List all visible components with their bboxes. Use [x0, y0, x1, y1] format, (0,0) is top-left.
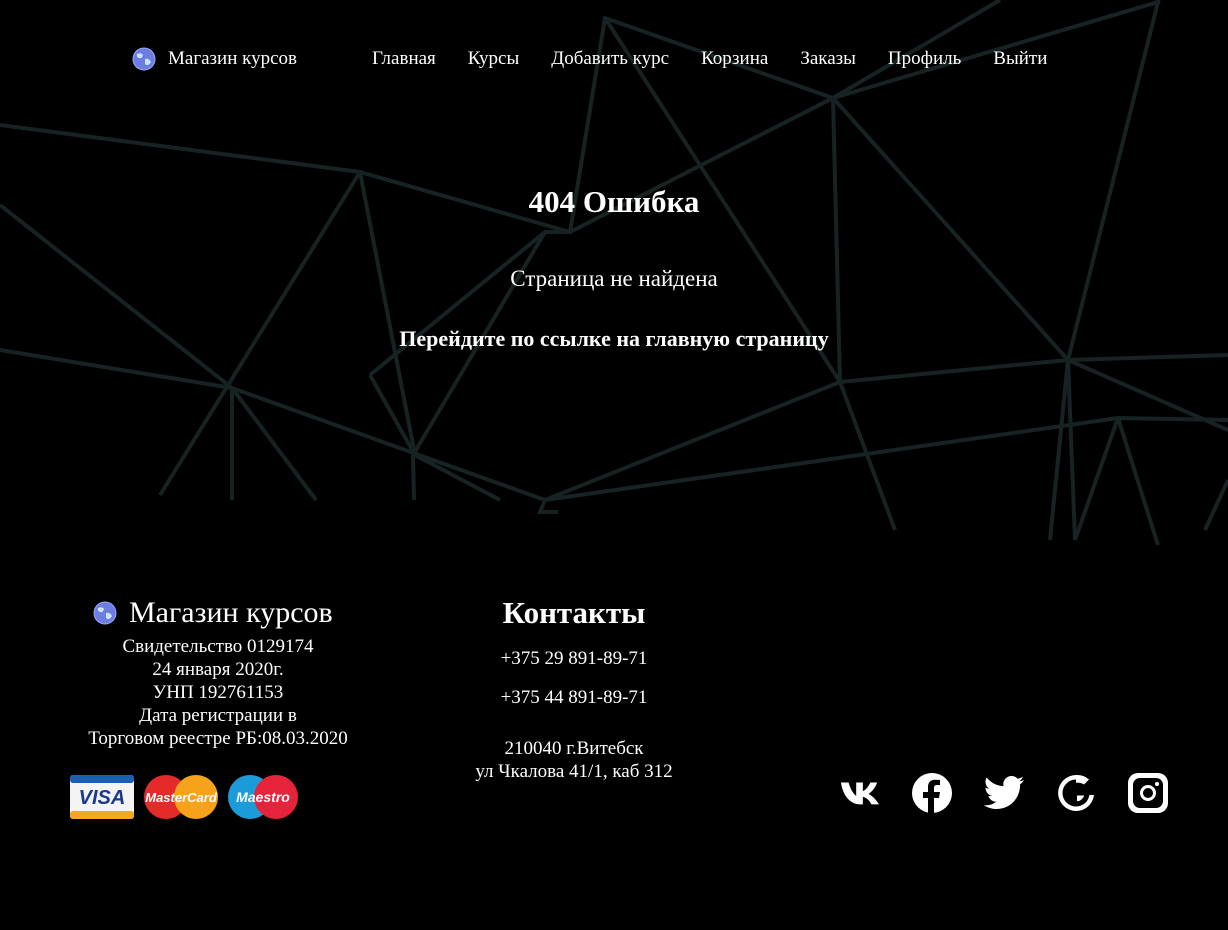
globe-icon — [132, 47, 156, 71]
mastercard-logo-text: MasterCard — [145, 790, 218, 805]
visa-logo: VISA — [70, 775, 134, 819]
maestro-logo-text: Maestro — [236, 789, 290, 805]
twitter-icon — [984, 776, 1024, 809]
payment-methods: VISA MasterCard Maestro — [70, 775, 298, 819]
footer-brand: Магазин курсов — [93, 596, 333, 630]
twitter-link[interactable] — [984, 773, 1024, 813]
visa-logo-text: VISA — [79, 787, 126, 809]
vk-link[interactable] — [840, 773, 880, 813]
error-title: 404 Ошибка — [528, 184, 700, 219]
address-line: 210040 г.Витебск — [504, 738, 644, 759]
nav-cart[interactable]: Корзина — [701, 47, 768, 71]
legal-line: УНП 192761153 — [152, 682, 284, 703]
contacts-title: Контакты — [502, 595, 646, 630]
vk-icon — [840, 782, 880, 805]
instagram-link[interactable] — [1128, 773, 1168, 813]
nav-profile[interactable]: Профиль — [888, 47, 961, 71]
nav-home[interactable]: Главная — [372, 47, 436, 71]
facebook-link[interactable] — [912, 773, 952, 813]
nav-add-course[interactable]: Добавить курс — [551, 47, 669, 71]
legal-line: Свидетельство 0129174 — [122, 636, 314, 657]
phone-1[interactable]: +375 29 891-89-71 — [474, 647, 674, 670]
nav-courses[interactable]: Курсы — [468, 47, 519, 71]
mastercard-logo: MasterCard — [144, 775, 218, 819]
home-link-container: Перейдите по ссылке на главную страницу — [0, 325, 1228, 353]
facebook-icon — [912, 773, 952, 813]
brand-name: Магазин курсов — [168, 48, 298, 69]
maestro-logo: Maestro — [228, 775, 298, 819]
legal-line: Торговом реестре РБ:08.03.2020 — [88, 728, 348, 749]
footer-brand-name: Магазин курсов — [129, 596, 333, 629]
legal-info: Свидетельство 0129174 24 января 2020г. У… — [60, 635, 376, 750]
header-brand[interactable]: Магазин курсов — [132, 47, 297, 71]
address: 210040 г.Витебск ул Чкалова 41/1, каб 31… — [444, 737, 704, 783]
nav-logout[interactable]: Выйти — [993, 47, 1047, 71]
google-link[interactable] — [1056, 773, 1096, 813]
home-page-link[interactable]: Перейдите по ссылке на главную страницу — [399, 326, 828, 351]
address-line: ул Чкалова 41/1, каб 312 — [475, 761, 673, 782]
instagram-icon — [1128, 773, 1168, 813]
social-links — [840, 773, 1168, 813]
legal-line: 24 января 2020г. — [152, 659, 284, 680]
main-nav: Главная Курсы Добавить курс Корзина Зака… — [372, 47, 1079, 71]
phone-2[interactable]: +375 44 891-89-71 — [474, 686, 674, 709]
globe-icon — [93, 601, 117, 625]
nav-orders[interactable]: Заказы — [800, 47, 856, 71]
error-subtitle: Страница не найдена — [510, 266, 718, 291]
legal-line: Дата регистрации в — [139, 705, 297, 726]
google-icon — [1058, 774, 1094, 811]
